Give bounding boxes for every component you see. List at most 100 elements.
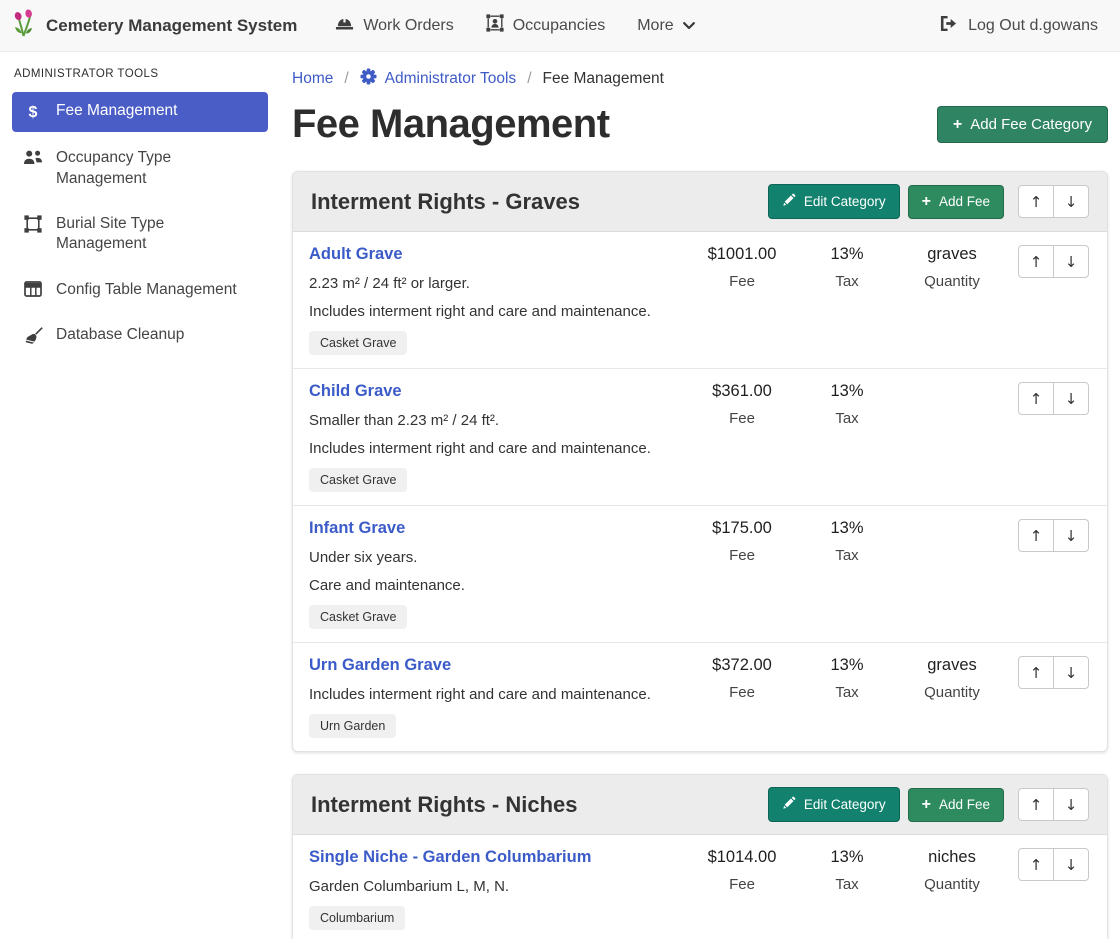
edit-category-label: Edit Category [804, 797, 886, 812]
add-fee-button[interactable]: + Add Fee [908, 788, 1004, 822]
gear-icon [360, 68, 377, 90]
fee-type-badge: Urn Garden [309, 714, 396, 738]
nav-item-work-orders[interactable]: Work Orders [319, 5, 469, 46]
fee-amount: $175.00 Fee [677, 519, 807, 564]
nav-item-label: More [637, 17, 673, 35]
move-up-button[interactable]: ↑ [1018, 788, 1054, 821]
table-icon [23, 281, 43, 297]
sidebar-item-label: Config Table Management [56, 280, 237, 300]
main-content: Home / Administrator Tool [280, 52, 1120, 939]
logout-label: Log Out d.gowans [968, 17, 1098, 35]
sign-out-icon [939, 15, 958, 37]
fee-value: $175.00 [677, 519, 807, 538]
fee-reorder-controls: ↑ ↓ [1017, 519, 1089, 552]
fee-name-link[interactable]: Adult Grave [309, 245, 403, 264]
fee-info: Adult Grave 2.23 m² / 24 ft² or larger. … [309, 245, 677, 355]
app-brand[interactable]: Cemetery Management System [12, 8, 297, 43]
users-icon [23, 149, 43, 165]
fee-name-link[interactable]: Urn Garden Grave [309, 656, 451, 675]
fee-name-link[interactable]: Single Niche - Garden Columbarium [309, 848, 591, 867]
breadcrumb-home-link[interactable]: Home [292, 70, 333, 88]
move-down-button[interactable]: ↓ [1053, 848, 1089, 881]
pencil-icon [782, 193, 796, 210]
move-up-button[interactable]: ↑ [1018, 656, 1054, 689]
tulip-logo-icon [12, 8, 37, 43]
vector-square-icon [23, 215, 43, 233]
quantity-label: Quantity [887, 684, 1017, 701]
move-down-button[interactable]: ↓ [1053, 656, 1089, 689]
fee-description: Under six years. [309, 549, 677, 566]
hard-hat-icon [335, 15, 354, 36]
fee-reorder-controls: ↑ ↓ [1017, 245, 1089, 278]
fee-type-badge: Columbarium [309, 906, 405, 930]
category-header: Interment Rights - Niches Edit Category … [293, 775, 1107, 835]
add-fee-label: Add Fee [939, 194, 990, 209]
move-up-button[interactable]: ↑ [1018, 185, 1054, 218]
sidebar-item-config-table-management[interactable]: Config Table Management [12, 271, 268, 309]
tax-label: Tax [807, 547, 887, 564]
fee-reorder-controls: ↑ ↓ [1017, 382, 1089, 415]
fee-quantity: graves Quantity [887, 245, 1017, 290]
nav-item-occupancies[interactable]: Occupancies [470, 4, 622, 47]
page-header: Fee Management + Add Fee Category [292, 102, 1108, 147]
fee-name-link[interactable]: Child Grave [309, 382, 402, 401]
fee-info: Infant Grave Under six years. Care and m… [309, 519, 677, 629]
move-up-button[interactable]: ↑ [1018, 245, 1054, 278]
quantity-label: Quantity [887, 876, 1017, 893]
move-up-button[interactable]: ↑ [1018, 382, 1054, 415]
fee-label: Fee [677, 876, 807, 893]
nav-item-more[interactable]: More [621, 7, 710, 45]
sidebar-item-fee-management[interactable]: $ Fee Management [12, 92, 268, 132]
fee-type-badge: Casket Grave [309, 605, 407, 629]
add-fee-category-button[interactable]: + Add Fee Category [937, 106, 1108, 143]
nav-item-label: Occupancies [513, 17, 606, 35]
move-up-button[interactable]: ↑ [1018, 519, 1054, 552]
fee-value: $361.00 [677, 382, 807, 401]
move-down-button[interactable]: ↓ [1053, 788, 1089, 821]
fee-reorder-controls: ↑ ↓ [1017, 848, 1089, 881]
tax-value: 13% [807, 245, 887, 264]
move-down-button[interactable]: ↓ [1053, 185, 1089, 218]
quantity-unit: graves [887, 245, 1017, 264]
move-down-button[interactable]: ↓ [1053, 382, 1089, 415]
fee-label: Fee [677, 547, 807, 564]
edit-category-button[interactable]: Edit Category [768, 184, 900, 219]
sidebar-item-database-cleanup[interactable]: Database Cleanup [12, 316, 268, 354]
move-up-button[interactable]: ↑ [1018, 848, 1054, 881]
tax-value: 13% [807, 848, 887, 867]
fee-category-card-graves: Interment Rights - Graves Edit Category … [292, 171, 1108, 752]
app-title: Cemetery Management System [46, 16, 297, 36]
fee-row-infant-grave: Infant Grave Under six years. Care and m… [293, 505, 1107, 642]
fee-value: $372.00 [677, 656, 807, 675]
fee-label: Fee [677, 684, 807, 701]
breadcrumb-admin-tools-link[interactable]: Administrator Tools [360, 68, 517, 90]
fee-description: Smaller than 2.23 m² / 24 ft². [309, 412, 677, 429]
move-down-button[interactable]: ↓ [1053, 245, 1089, 278]
fee-label: Fee [677, 410, 807, 427]
fee-info: Urn Garden Grave Includes interment righ… [309, 656, 677, 738]
navbar-links: Work Orders Occup [319, 4, 710, 47]
sidebar-item-burial-site-type-management[interactable]: Burial Site Type Management [12, 205, 268, 264]
fee-name-link[interactable]: Infant Grave [309, 519, 405, 538]
quantity-unit: niches [887, 848, 1017, 867]
add-fee-label: Add Fee [939, 797, 990, 812]
category-title: Interment Rights - Graves [311, 189, 760, 215]
fee-tax: 13% Tax [807, 382, 887, 427]
sidebar-item-occupancy-type-management[interactable]: Occupancy Type Management [12, 139, 268, 198]
breadcrumb-separator: / [527, 70, 531, 88]
add-fee-button[interactable]: + Add Fee [908, 185, 1004, 219]
fee-description: Care and maintenance. [309, 577, 677, 594]
fee-description: Includes interment right and care and ma… [309, 303, 677, 320]
sidebar-heading: ADMINISTRATOR TOOLS [14, 68, 268, 80]
fee-quantity: graves Quantity [887, 656, 1017, 701]
fee-quantity: niches Quantity [887, 848, 1017, 893]
pencil-icon [782, 796, 796, 813]
breadcrumb-current: Fee Management [543, 70, 665, 88]
category-header: Interment Rights - Graves Edit Category … [293, 172, 1107, 232]
edit-category-button[interactable]: Edit Category [768, 787, 900, 822]
quantity-label: Quantity [887, 273, 1017, 290]
category-reorder-controls: ↑ ↓ [1018, 788, 1089, 821]
logout-button[interactable]: Log Out d.gowans [935, 5, 1102, 47]
fee-value: $1001.00 [677, 245, 807, 264]
move-down-button[interactable]: ↓ [1053, 519, 1089, 552]
